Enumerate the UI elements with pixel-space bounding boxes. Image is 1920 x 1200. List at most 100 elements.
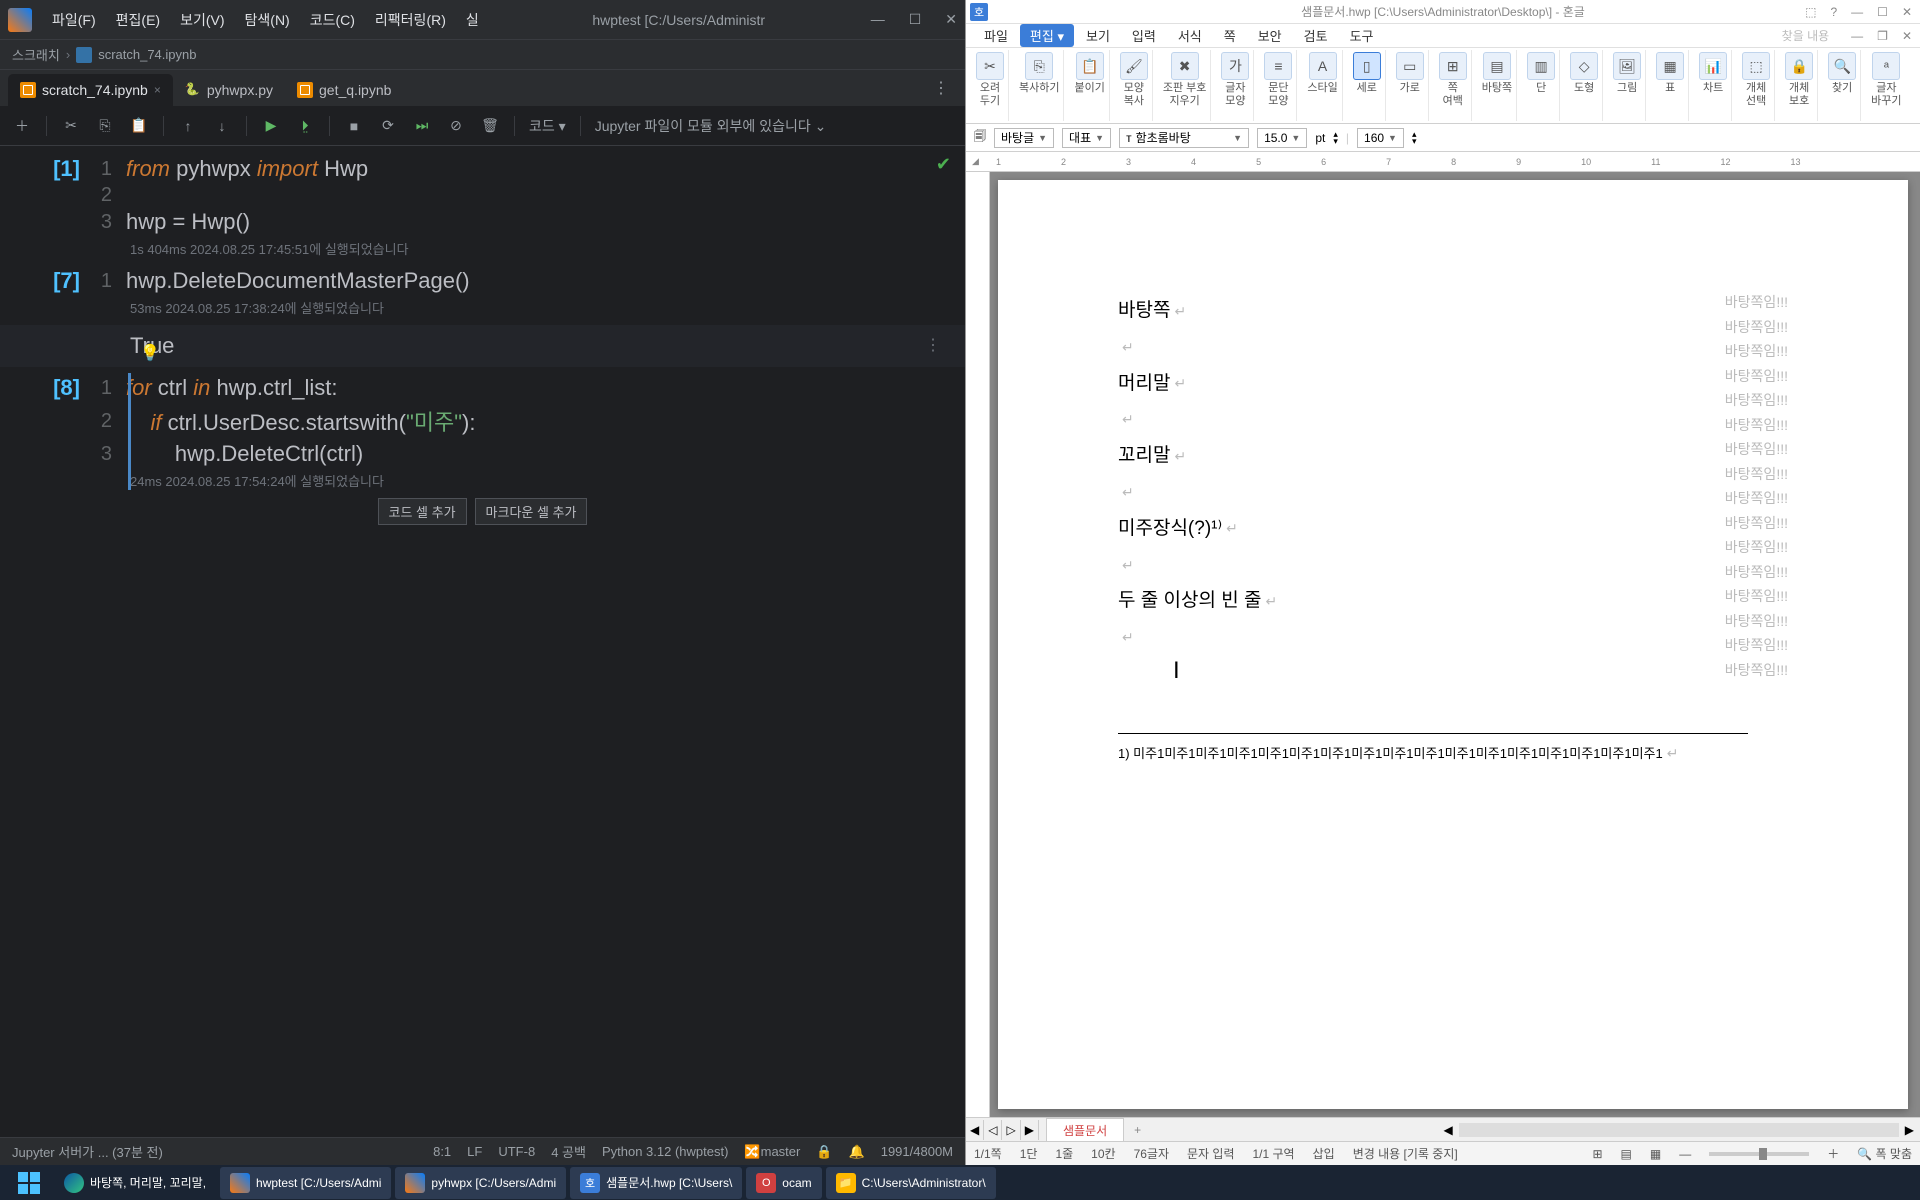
document-line[interactable]: ↵ (1118, 622, 1788, 653)
font-combo[interactable]: ᴛ 함초롬바탕▼ (1119, 128, 1249, 148)
ribbon-group[interactable]: 🔒개체보호 (1781, 50, 1818, 121)
start-button[interactable] (8, 1167, 50, 1199)
document-line[interactable]: ↵ (1118, 550, 1788, 581)
run-all-icon[interactable]: ⏭ (412, 116, 432, 136)
zoom-slider[interactable] (1709, 1152, 1809, 1156)
tab-prev-icon[interactable]: ◁ (984, 1120, 1002, 1140)
paste-icon[interactable]: 📋 (129, 116, 149, 136)
doc-close-icon[interactable]: ✕ (1902, 29, 1912, 43)
ribbon-group[interactable]: 🖌모양복사 (1116, 50, 1153, 121)
view-mode-icon[interactable]: ▦ (1650, 1147, 1661, 1161)
memory-indicator[interactable]: 1991/4800M (881, 1144, 953, 1159)
breadcrumb-item[interactable]: 스크래치 (12, 45, 60, 64)
ribbon-group[interactable]: ✖조판 부호지우기 (1159, 50, 1212, 121)
ribbon-group[interactable]: ⬚개체선택 (1738, 50, 1775, 121)
zoom-out-icon[interactable]: — (1679, 1147, 1691, 1161)
page-indicator[interactable]: 1/1쪽 (974, 1145, 1002, 1162)
tab-pyhwpx[interactable]: 🐍 pyhwpx.py (173, 74, 285, 106)
tab-last-icon[interactable]: ▶ (1021, 1120, 1039, 1140)
taskbar-ocam[interactable]: O ocam (746, 1167, 821, 1199)
menu-file[interactable]: 파일(F) (44, 6, 104, 34)
clear-output-icon[interactable]: ⊘ (446, 116, 466, 136)
document-line[interactable]: 꼬리말↵ (1118, 435, 1788, 477)
document-line[interactable]: 바탕쪽↵ (1118, 290, 1788, 332)
ribbon-group[interactable]: ◇도형 (1566, 50, 1603, 121)
para-style-combo[interactable]: 바탕글▼ (994, 128, 1054, 148)
cursor-position[interactable]: 8:1 (433, 1144, 451, 1159)
vertical-ruler[interactable] (966, 172, 990, 1117)
ribbon-group[interactable]: ▯세로 (1349, 50, 1386, 121)
ribbon-group[interactable]: A스타일 (1303, 50, 1342, 121)
minimize-icon[interactable]: — (1851, 5, 1863, 19)
taskbar-pycharm2[interactable]: pyhwpx [C:/Users/Admi (395, 1167, 566, 1199)
code-cell[interactable]: [8] 1 for ctrl in hwp.ctrl_list: 2 if ct… (0, 373, 965, 490)
menu-view[interactable]: 보기(V) (172, 6, 232, 34)
line-separator[interactable]: LF (467, 1144, 482, 1159)
doc-restore-icon[interactable]: ❐ (1877, 29, 1888, 43)
notebook-editor[interactable]: ✔ [1] 1 from pyhwpx import Hwp 2 3 hwp =… (0, 146, 965, 1137)
menu-tools[interactable]: 도구 (1340, 24, 1384, 47)
menu-code[interactable]: 코드(C) (302, 6, 363, 34)
code-line[interactable]: if ctrl.UserDesc.startswith("미주"): (126, 403, 965, 439)
stop-icon[interactable]: ■ (344, 116, 364, 136)
ribbon-group[interactable]: 🖼그림 (1609, 50, 1646, 121)
taskbar-hwp[interactable]: 호 샘플문서.hwp [C:\Users\ (570, 1167, 742, 1199)
code-cell[interactable]: [7] 1 hwp.DeleteDocumentMasterPage() 53m… (0, 266, 965, 317)
add-markdown-cell-button[interactable]: 마크다운 셀 추가 (475, 498, 588, 525)
encoding[interactable]: UTF-8 (498, 1144, 535, 1159)
tab-first-icon[interactable]: ◀ (966, 1120, 984, 1140)
code-cell[interactable]: [1] 1 from pyhwpx import Hwp 2 3 hwp = H… (0, 154, 965, 258)
notifications-icon[interactable]: 🔔 (849, 1144, 865, 1160)
lang-combo[interactable]: 대표▼ (1062, 128, 1111, 148)
menu-refactor[interactable]: 리팩터링(R) (367, 6, 454, 34)
insert-mode[interactable]: 삽입 (1313, 1145, 1335, 1162)
style-icon[interactable]: 🗐 (974, 127, 986, 148)
close-tab-icon[interactable]: × (154, 83, 161, 97)
menu-run[interactable]: 실 (458, 6, 487, 34)
horizontal-ruler[interactable]: ◢ 12345678910111213 (966, 152, 1920, 172)
menu-security[interactable]: 보안 (1248, 24, 1292, 47)
menu-input[interactable]: 입력 (1122, 24, 1166, 47)
horizontal-scrollbar[interactable] (1459, 1123, 1899, 1137)
taskbar-pycharm1[interactable]: hwptest [C:/Users/Admi (220, 1167, 391, 1199)
minimize-icon[interactable]: — (871, 11, 885, 28)
zoom-in-icon[interactable]: ＋ (1827, 1145, 1839, 1162)
add-cell-icon[interactable]: ＋ (12, 116, 32, 136)
run-cell-icon[interactable]: ▶ (261, 116, 281, 136)
git-branch[interactable]: 🔀master (744, 1144, 800, 1160)
ribbon-group[interactable]: ᵃ글자바꾸기 (1867, 50, 1905, 121)
ribbon-group[interactable]: 📋붙이기 (1070, 50, 1109, 121)
breadcrumb-item[interactable]: scratch_74.ipynb (76, 47, 196, 63)
move-down-icon[interactable]: ↓ (212, 116, 232, 136)
view-mode-icon[interactable]: ▤ (1621, 1147, 1632, 1161)
menu-edit[interactable]: 편집 ▾ (1020, 24, 1074, 47)
indent[interactable]: 4 공백 (551, 1142, 586, 1161)
ribbon-group[interactable]: 📊차트 (1695, 50, 1732, 121)
document-page[interactable]: 바탕쪽임!!!바탕쪽임!!!바탕쪽임!!!바탕쪽임!!!바탕쪽임!!!바탕쪽임!… (998, 180, 1908, 1109)
ribbon-group[interactable]: ▦표 (1652, 50, 1689, 121)
ribbon-group[interactable]: ▥단 (1523, 50, 1560, 121)
menu-review[interactable]: 검토 (1294, 24, 1338, 47)
zoom-spinner-icon[interactable]: ▴▾ (1412, 131, 1417, 144)
menu-file[interactable]: 파일 (974, 24, 1018, 47)
menu-format[interactable]: 서식 (1168, 24, 1212, 47)
jupyter-server-status[interactable]: Jupyter 서버가 ... (37분 전) (12, 1142, 163, 1161)
document-line[interactable]: ↵ (1118, 477, 1788, 508)
maximize-icon[interactable]: ☐ (909, 11, 922, 28)
lock-icon[interactable]: 🔒 (816, 1144, 832, 1160)
hscroll-right-icon[interactable]: ▶ (1899, 1120, 1920, 1140)
zoom-combo[interactable]: 160▼ (1357, 128, 1404, 148)
maximize-icon[interactable]: ☐ (1877, 5, 1888, 19)
input-mode[interactable]: 문자 입력 (1187, 1145, 1235, 1162)
close-icon[interactable]: ✕ (1902, 5, 1912, 19)
lightbulb-icon[interactable]: 💡 (140, 343, 160, 363)
size-spinner-icon[interactable]: ▴▾ (1333, 131, 1338, 144)
copy-icon[interactable]: ⎘ (95, 116, 115, 136)
add-tab-button[interactable]: + (1124, 1120, 1151, 1140)
document-line[interactable]: 머리말↵ (1118, 363, 1788, 405)
ribbon-group[interactable]: ▭가로 (1392, 50, 1429, 121)
doc-minimize-icon[interactable]: — (1851, 29, 1863, 43)
hscroll-left-icon[interactable]: ◀ (1438, 1120, 1459, 1140)
add-code-cell-button[interactable]: 코드 셀 추가 (378, 498, 467, 525)
code-line[interactable]: for ctrl in hwp.ctrl_list: (126, 373, 965, 403)
